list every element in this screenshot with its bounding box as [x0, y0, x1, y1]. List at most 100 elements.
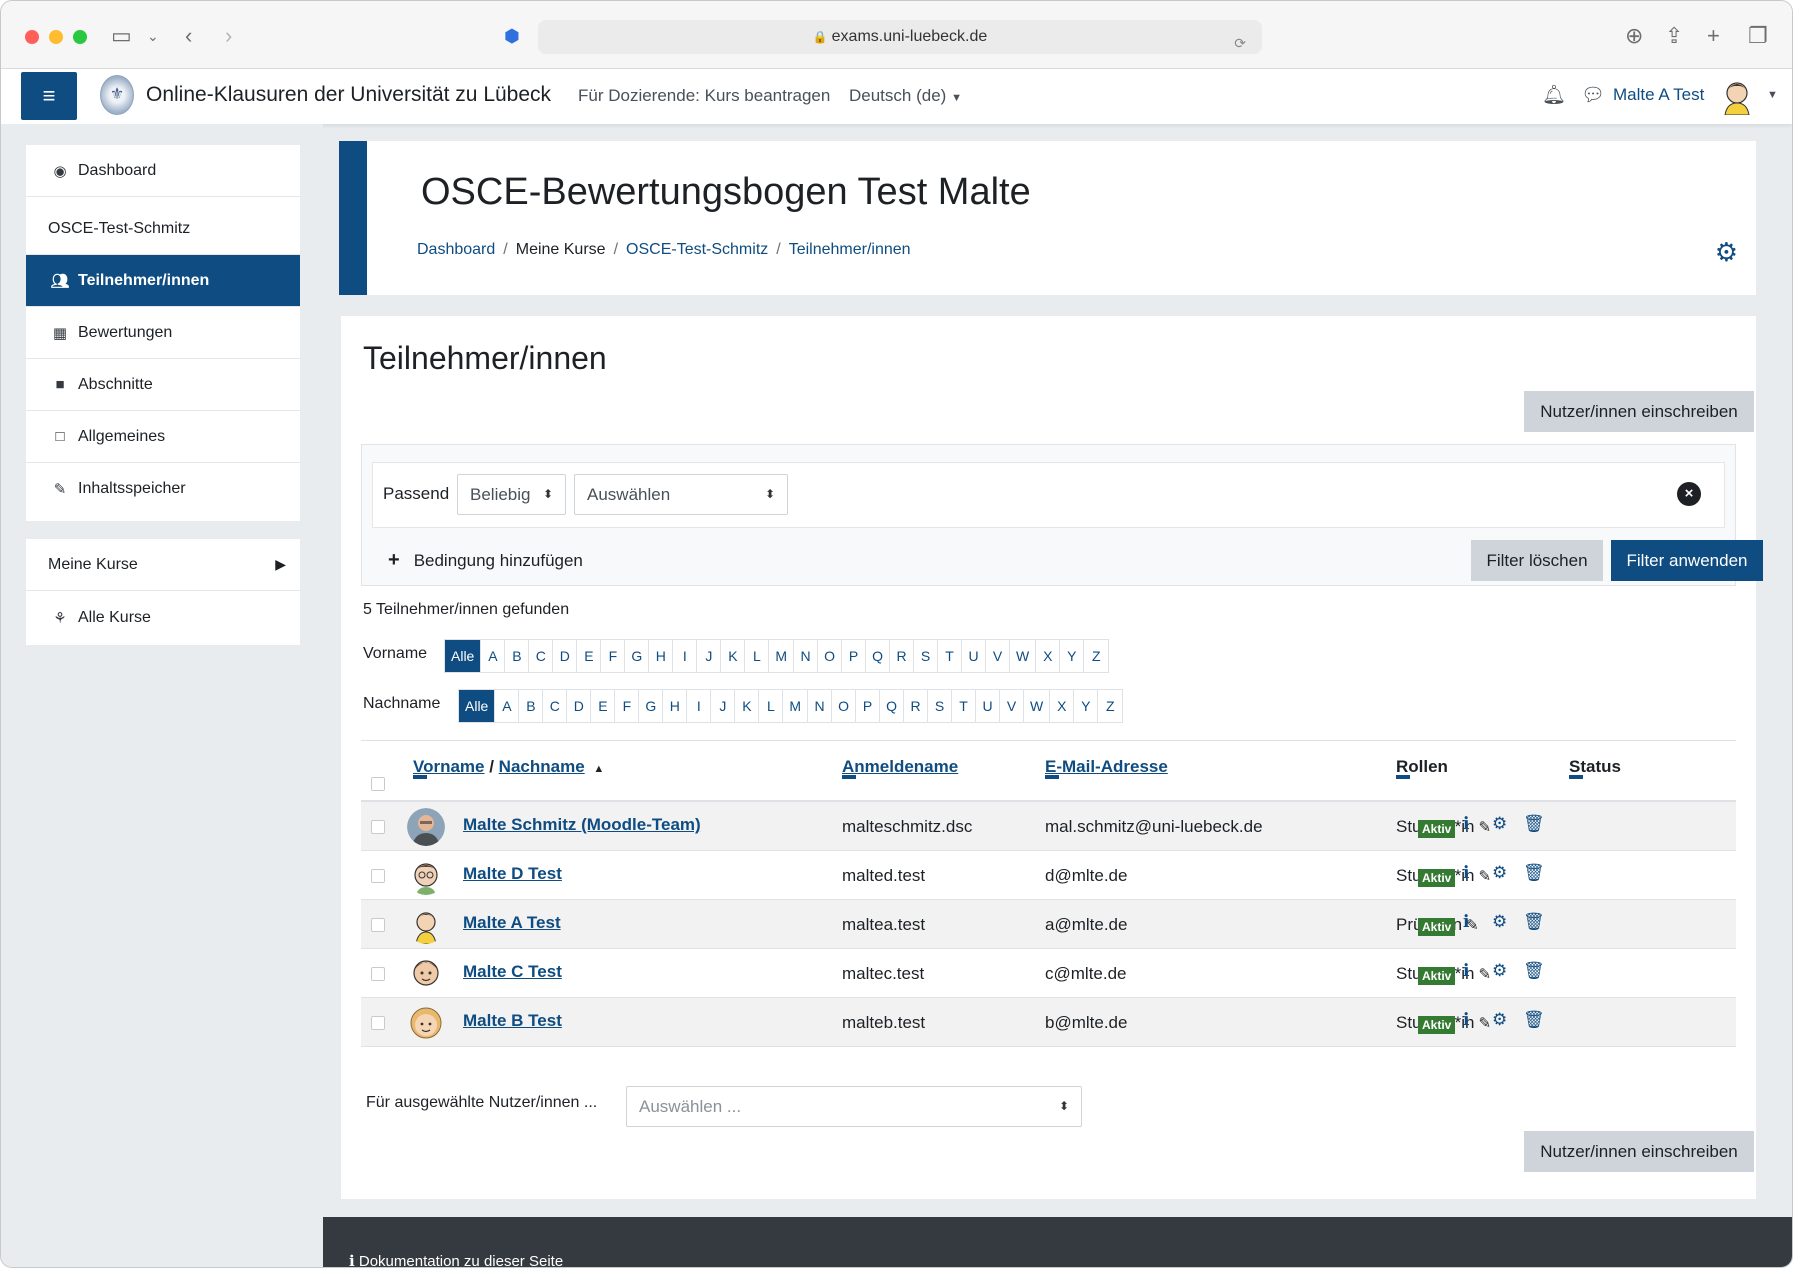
- firstname-initial-o[interactable]: O: [818, 640, 843, 672]
- lastname-initial-n[interactable]: N: [808, 690, 833, 722]
- lastname-initial-k[interactable]: K: [735, 690, 760, 722]
- drawer-item-course[interactable]: OSCE-Test-Schmitz: [26, 203, 300, 255]
- enrol-users-button-top[interactable]: Nutzer/innen einschreiben: [1524, 391, 1754, 432]
- clear-filter-button[interactable]: Filter löschen: [1471, 540, 1603, 581]
- firstname-initial-a[interactable]: A: [481, 640, 506, 672]
- lastname-initial-t[interactable]: T: [952, 690, 977, 722]
- lastname-initial-s[interactable]: S: [928, 690, 953, 722]
- firstname-initial-r[interactable]: R: [890, 640, 915, 672]
- firstname-initial-m[interactable]: M: [769, 640, 795, 672]
- match-select[interactable]: Beliebig ⬍: [457, 474, 566, 515]
- firstname-initial-c[interactable]: C: [529, 640, 554, 672]
- collapse-column-icon[interactable]: [842, 775, 856, 779]
- site-name[interactable]: Online-Klausuren der Universität zu Lübe…: [146, 83, 551, 107]
- lastname-initial-p[interactable]: P: [856, 690, 881, 722]
- row-select-checkbox[interactable]: [371, 820, 385, 834]
- apply-filter-button[interactable]: Filter anwenden: [1611, 540, 1763, 581]
- chevron-down-icon[interactable]: ⌄: [147, 23, 159, 49]
- sidebar-toggle-icon[interactable]: ▭: [111, 23, 132, 49]
- firstname-initial-v[interactable]: V: [986, 640, 1011, 672]
- lastname-initial-all[interactable]: Alle: [459, 690, 496, 722]
- trash-icon[interactable]: 🗑︎: [1523, 814, 1545, 834]
- user-avatar[interactable]: [407, 857, 445, 895]
- lastname-initial-o[interactable]: O: [832, 690, 857, 722]
- firstname-initial-all[interactable]: Alle: [445, 640, 482, 672]
- forward-arrow-icon[interactable]: ›: [225, 23, 232, 49]
- lastname-initial-l[interactable]: L: [759, 690, 784, 722]
- trash-icon[interactable]: 🗑︎: [1523, 912, 1545, 932]
- row-select-checkbox[interactable]: [371, 967, 385, 981]
- tab-overview-icon[interactable]: ❐: [1748, 23, 1768, 49]
- lastname-initial-m[interactable]: M: [783, 690, 809, 722]
- user-avatar[interactable]: [407, 1004, 445, 1042]
- gear-icon[interactable]: ⚙: [1492, 1010, 1507, 1030]
- user-menu-name[interactable]: Malte A Test: [1613, 85, 1704, 105]
- firstname-initial-d[interactable]: D: [553, 640, 578, 672]
- breadcrumb-course[interactable]: OSCE-Test-Schmitz: [626, 241, 768, 259]
- lastname-initial-q[interactable]: Q: [880, 690, 905, 722]
- firstname-initial-s[interactable]: S: [914, 640, 939, 672]
- close-window-button[interactable]: [25, 30, 39, 44]
- lastname-initial-e[interactable]: E: [591, 690, 616, 722]
- user-menu-caret-icon[interactable]: ▼: [1767, 89, 1778, 101]
- edit-role-pencil-icon[interactable]: ✎: [1478, 966, 1491, 983]
- firstname-initial-y[interactable]: Y: [1060, 640, 1085, 672]
- documentation-link[interactable]: ℹ Dokumentation zu dieser Seite: [349, 1252, 563, 1267]
- reload-icon[interactable]: ⟳: [1234, 26, 1246, 60]
- info-icon[interactable]: ℹ: [1463, 863, 1469, 883]
- request-course-link[interactable]: Für Dozierende: Kurs beantragen: [578, 86, 830, 106]
- lastname-initial-z[interactable]: Z: [1098, 690, 1122, 722]
- collapse-column-icon[interactable]: [1045, 775, 1059, 779]
- collapse-column-icon[interactable]: [413, 775, 427, 779]
- firstname-initial-h[interactable]: H: [649, 640, 674, 672]
- new-tab-icon[interactable]: +: [1707, 23, 1720, 49]
- lastname-initial-a[interactable]: A: [495, 690, 520, 722]
- gear-icon[interactable]: ⚙: [1492, 961, 1507, 981]
- user-avatar[interactable]: [407, 808, 445, 846]
- drawer-toggle-button[interactable]: ≡: [21, 72, 77, 120]
- breadcrumb-participants[interactable]: Teilnehmer/innen: [789, 241, 911, 259]
- bulk-action-select[interactable]: Auswählen ... ⬍: [626, 1086, 1082, 1127]
- lastname-initial-d[interactable]: D: [567, 690, 592, 722]
- participant-name-link[interactable]: Malte Schmitz (Moodle-Team): [463, 815, 701, 835]
- row-select-checkbox[interactable]: [371, 918, 385, 932]
- lastname-initial-j[interactable]: J: [711, 690, 736, 722]
- drawer-item-content-bank[interactable]: ✎ Inhaltsspeicher: [26, 463, 300, 515]
- minimize-window-button[interactable]: [49, 30, 63, 44]
- lastname-initial-f[interactable]: F: [615, 690, 640, 722]
- university-seal-icon[interactable]: ⚜: [100, 75, 134, 115]
- lastname-initial-u[interactable]: U: [976, 690, 1001, 722]
- info-icon[interactable]: ℹ: [1463, 1010, 1469, 1030]
- lastname-initial-w[interactable]: W: [1024, 690, 1051, 722]
- drawer-item-participants[interactable]: 👥︎ Teilnehmer/innen: [26, 255, 300, 307]
- drawer-item-sections[interactable]: ■ Abschnitte: [26, 359, 300, 411]
- firstname-initial-u[interactable]: U: [962, 640, 987, 672]
- trash-icon[interactable]: 🗑︎: [1523, 1010, 1545, 1030]
- trash-icon[interactable]: 🗑︎: [1523, 863, 1545, 883]
- user-avatar[interactable]: [407, 955, 445, 993]
- sort-lastname-link[interactable]: Nachname: [499, 757, 585, 776]
- firstname-initial-q[interactable]: Q: [866, 640, 891, 672]
- info-icon[interactable]: ℹ: [1463, 814, 1469, 834]
- add-condition-link[interactable]: + Bedingung hinzufügen: [388, 549, 583, 572]
- user-avatar[interactable]: [407, 906, 445, 944]
- maximize-window-button[interactable]: [73, 30, 87, 44]
- firstname-initial-z[interactable]: Z: [1084, 640, 1108, 672]
- firstname-initial-f[interactable]: F: [601, 640, 626, 672]
- lastname-initial-v[interactable]: V: [1000, 690, 1025, 722]
- back-arrow-icon[interactable]: ‹: [185, 23, 192, 49]
- language-menu[interactable]: Deutsch (de) ▼: [849, 86, 962, 106]
- select-all-checkbox[interactable]: [371, 777, 385, 791]
- sort-username-link[interactable]: Anmeldename: [842, 757, 958, 776]
- collapse-column-icon[interactable]: [1396, 775, 1410, 779]
- lastname-initial-h[interactable]: H: [663, 690, 688, 722]
- info-icon[interactable]: ℹ: [1463, 912, 1469, 932]
- firstname-initial-p[interactable]: P: [842, 640, 867, 672]
- drawer-item-dashboard[interactable]: ◉ Dashboard: [26, 145, 300, 197]
- row-select-checkbox[interactable]: [371, 869, 385, 883]
- trash-icon[interactable]: 🗑︎: [1523, 961, 1545, 981]
- course-settings-gear-icon[interactable]: ⚙: [1715, 237, 1738, 268]
- participant-name-link[interactable]: Malte A Test: [463, 913, 561, 933]
- sort-firstname-link[interactable]: Vorname: [413, 757, 485, 776]
- participant-name-link[interactable]: Malte B Test: [463, 1011, 562, 1031]
